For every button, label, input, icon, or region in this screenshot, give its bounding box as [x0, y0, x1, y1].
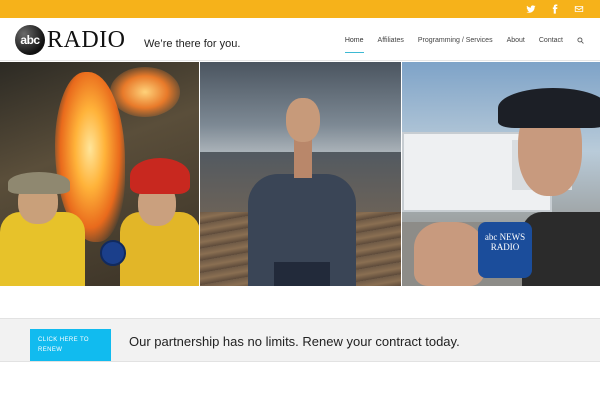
email-icon[interactable]: [572, 2, 586, 16]
nav-affiliates[interactable]: Affiliates: [371, 35, 411, 47]
reporter-head: [286, 98, 320, 142]
hero-image-strip: abc NEWS RADIO: [0, 62, 600, 286]
top-bar: [0, 0, 600, 18]
renew-button[interactable]: CLICK HERE TO RENEW: [30, 329, 111, 361]
reporter-neck: [294, 138, 312, 178]
firefighter-helmet: [130, 158, 190, 194]
reporter-shirt: [522, 212, 600, 286]
reporter-jeans: [274, 262, 330, 286]
radio-wordmark: RADIO: [47, 26, 126, 53]
twitter-icon[interactable]: [524, 2, 538, 16]
abc-radio-logo[interactable]: abc RADIO: [15, 24, 126, 56]
nav-about[interactable]: About: [500, 35, 532, 47]
tagline: We’re there for you.: [144, 38, 241, 50]
renew-message: Our partnership has no limits. Renew you…: [129, 334, 460, 349]
field-reporter-panel: abc NEWS RADIO: [402, 62, 600, 286]
site-header: abc RADIO We’re there for you. Home Affi…: [0, 18, 600, 61]
storm-reporter-panel: [200, 62, 401, 286]
reporter-cap: [8, 172, 70, 194]
microphone-icon: [100, 240, 126, 266]
facebook-icon[interactable]: [548, 2, 562, 16]
nav-contact[interactable]: Contact: [532, 35, 570, 47]
social-links: [524, 2, 586, 16]
hand: [414, 222, 484, 286]
abc-news-radio-microphone-icon: abc NEWS RADIO: [478, 222, 532, 278]
nav-programming-services[interactable]: Programming / Services: [411, 35, 500, 47]
fire-reporter-panel: [0, 62, 199, 286]
reporter-cap: [498, 88, 600, 128]
fire-flames-upper: [110, 67, 180, 117]
nav-home[interactable]: Home: [338, 35, 371, 53]
renew-cta-bar: CLICK HERE TO RENEW Our partnership has …: [0, 318, 600, 362]
microphone-label: abc NEWS RADIO: [484, 232, 526, 252]
main-nav: Home Affiliates Programming / Services A…: [338, 35, 586, 53]
abc-logo-mark: abc: [15, 25, 45, 55]
search-icon[interactable]: [574, 35, 586, 47]
